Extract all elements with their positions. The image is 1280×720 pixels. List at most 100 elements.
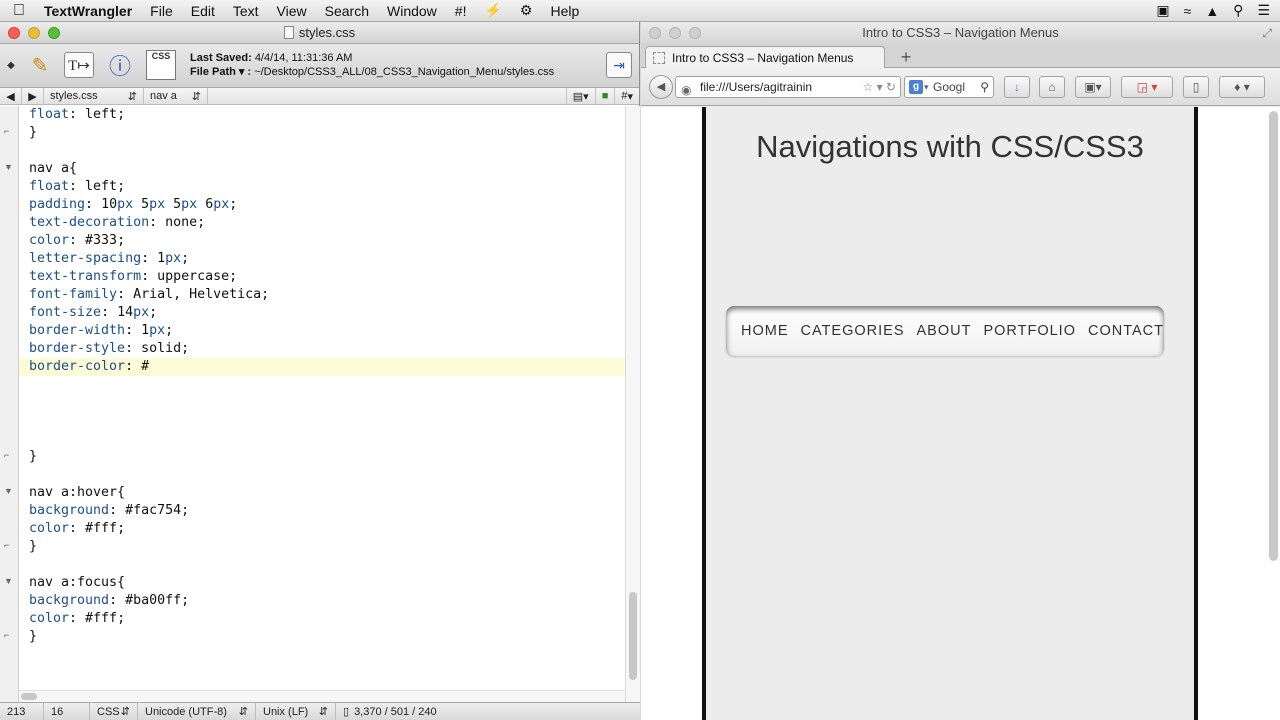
code-line[interactable]: border-style: solid; [19,340,625,358]
code-area[interactable]: ⌐ ▼ ⌐ ▼ ⌐ ▼ ⌐ float: left;} nav a{float: left; p… [0,106,640,702]
encoding-popup[interactable]: Unicode (UTF-8) ⇵ [138,703,256,720]
minimize-button[interactable] [28,27,40,39]
language-popup[interactable]: CSS ⇵ [90,703,138,720]
extension-icon[interactable]: ♦ ▾ [1219,76,1265,98]
code-line[interactable]: } [19,448,625,466]
nav-link-home[interactable]: Home [735,323,795,339]
code-line[interactable]: } [19,628,625,646]
vertical-scroll-thumb[interactable] [629,592,637,680]
code-line[interactable]: padding: 10px 5px 5px 6px; [19,196,625,214]
file-popup[interactable]: styles.css ⇵ [44,88,144,104]
bookmarks-icon[interactable]: ▯ [1183,76,1209,98]
diamond-icon[interactable]: ◆ [4,52,18,78]
code-line[interactable]: nav a:hover{ [19,484,625,502]
menu-edit[interactable]: Edit [182,3,224,19]
code-line[interactable]: float: left; [19,178,625,196]
code-line[interactable]: background: #ba00ff; [19,592,625,610]
code-line[interactable] [19,466,625,484]
apple-icon[interactable]:  [0,2,38,20]
code-line[interactable]: nav a:focus{ [19,574,625,592]
nav-link-contact[interactable]: Contact [1082,323,1170,339]
nav-back-button[interactable]: ◀ [0,88,22,104]
fold-open-icon[interactable]: ▼ [4,162,15,172]
line-endings-popup[interactable]: Unix (LF) ⇵ [256,703,336,720]
screenshot-icon[interactable]: ▣▾ [1075,76,1111,98]
fold-open-icon[interactable]: ▼ [4,486,15,496]
code-line[interactable] [19,556,625,574]
home-icon[interactable]: ⌂ [1039,76,1065,98]
maximize-button[interactable] [48,27,60,39]
code-line[interactable] [19,376,625,394]
fold-close-icon[interactable]: ⌐ [4,126,15,136]
fullscreen-icon[interactable]: ⤢ [1262,22,1272,44]
code-line[interactable] [19,430,625,448]
camera-icon[interactable]: ▣ [1156,2,1169,19]
nav-link-portfolio[interactable]: Portfolio [977,323,1082,339]
menu-view[interactable]: View [268,3,316,19]
tab-current[interactable]: Intro to CSS3 – Navigation Menus [645,46,885,69]
fold-open-icon[interactable]: ▼ [4,576,15,586]
menu-app-name[interactable]: TextWrangler [38,3,141,19]
menu-window[interactable]: Window [378,3,446,19]
code-line[interactable] [19,394,625,412]
code-line[interactable] [19,142,625,160]
code-line[interactable]: } [19,124,625,142]
code-line[interactable]: text-transform: uppercase; [19,268,625,286]
fold-close-icon[interactable]: ⌐ [4,450,15,460]
code-line[interactable]: background: #fac754; [19,502,625,520]
line-number[interactable]: 213 [0,703,44,720]
menu-file[interactable]: File [141,3,182,19]
new-tab-button[interactable]: + [893,47,919,67]
function-popup[interactable]: nav a ⇵ [144,88,208,104]
column-number[interactable]: 16 [44,703,90,720]
menu-scripts-icon[interactable]: ⚡ [475,2,510,19]
hash-popup[interactable]: # ▾ [615,88,639,104]
url-bar[interactable]: ◉ file:///Users/agitrainin ☆ ▾ ↻ [675,76,901,98]
code-line[interactable]: color: #333; [19,232,625,250]
minimize-button[interactable] [669,27,681,39]
search-engine-dropdown-icon[interactable]: ▾ [924,77,929,97]
code-line-current[interactable]: border-color: # [19,358,625,376]
maximize-button[interactable] [689,27,701,39]
bookmark-star-icon[interactable]: ☆ ▾ ↻ [859,77,896,97]
vertical-scrollbar[interactable] [625,106,640,702]
code-line[interactable] [19,412,625,430]
nav-link-about[interactable]: About [911,323,978,339]
menu-help[interactable]: Help [541,3,588,19]
code-line[interactable]: color: #fff; [19,520,625,538]
browser-scroll-thumb[interactable] [1269,111,1278,561]
code-line[interactable]: nav a{ [19,160,625,178]
close-button[interactable] [649,27,661,39]
menu-search[interactable]: Search [316,3,378,19]
toggle-sidebar-icon[interactable]: ⇥ [606,52,632,78]
menu-gear-icon[interactable]: ⚙ [511,2,542,19]
text-options-icon[interactable]: T↦ [64,52,94,78]
back-button[interactable]: ◀ [649,75,673,99]
menu-text[interactable]: Text [224,3,268,19]
file-path-label[interactable]: File Path ▾ : [190,66,251,78]
menu-shebang[interactable]: #! [446,3,476,19]
code-line[interactable]: color: #fff; [19,610,625,628]
magnifier-icon[interactable]: ⚲ [980,77,989,97]
fold-close-icon[interactable]: ⌐ [4,540,15,550]
info-icon[interactable]: ⓘ [106,52,134,79]
close-button[interactable] [8,27,20,39]
wifi-icon[interactable]: ≈ [1184,3,1192,19]
pencil-icon[interactable]: ✎ [26,52,54,78]
nav-forward-button[interactable]: ▶ [22,88,44,104]
code-line[interactable]: font-family: Arial, Helvetica; [19,286,625,304]
addon-icon[interactable]: ◲ ▾ [1121,76,1173,98]
code-line[interactable]: } [19,538,625,556]
fold-close-icon[interactable]: ⌐ [4,630,15,640]
markers-icon[interactable]: ▤▾ [565,88,596,104]
code-line[interactable]: border-width: 1px; [19,322,625,340]
doc-state-icon[interactable]: ■ [596,88,616,104]
horizontal-scrollbar[interactable] [19,690,625,702]
code-text[interactable]: float: left;} nav a{float: left; padding: … [19,106,625,702]
search-icon[interactable]: ⚲ [1233,2,1243,19]
code-line[interactable]: font-size: 14px; [19,304,625,322]
code-line[interactable]: text-decoration: none; [19,214,625,232]
list-icon[interactable]: ☰ [1257,2,1270,19]
search-field[interactable]: g ▾ Googl ⚲ [904,76,994,98]
download-icon[interactable]: ↓ [1004,76,1030,98]
